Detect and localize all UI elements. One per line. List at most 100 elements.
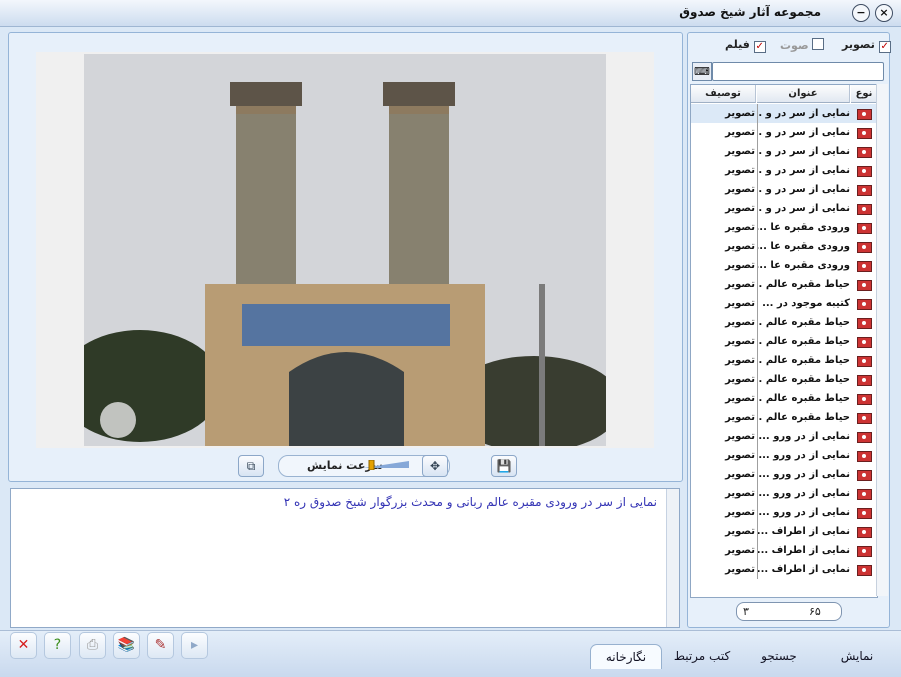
row-title: نمایی از در ورو ... — [757, 465, 850, 484]
table-scrollbar[interactable] — [876, 84, 888, 596]
print-icon[interactable]: ⎙ — [79, 632, 106, 659]
row-description: تصویر — [725, 412, 755, 423]
col-header-title[interactable]: عنوان — [757, 85, 850, 103]
row-description: تصویر — [725, 279, 755, 290]
camera-icon — [851, 446, 877, 465]
gallery-table: توصیف عنوان نوع تصویر نمایی از سر در و ..… — [690, 84, 878, 598]
close-window-button[interactable]: × — [875, 4, 893, 22]
row-description: تصویر — [725, 469, 755, 480]
table-row[interactable]: تصویر حیاط مقبره عالم ... — [691, 313, 877, 332]
table-row[interactable]: تصویر نمایی از در ورو ... — [691, 484, 877, 503]
table-row[interactable]: تصویر حیاط مقبره عالم ... — [691, 370, 877, 389]
table-row[interactable]: تصویر نمایی از اطراف ... — [691, 541, 877, 560]
film-filter[interactable]: ✓ فیلم — [725, 38, 766, 53]
window-title: مجموعه آثار شیخ صدوق — [679, 5, 821, 19]
checkbox-icon[interactable] — [812, 38, 825, 50]
slideshow-button[interactable]: ⧉ — [238, 455, 264, 477]
camera-icon — [851, 408, 877, 427]
row-title: حیاط مقبره عالم ... — [757, 370, 850, 389]
next-icon[interactable]: ▸ — [181, 632, 208, 659]
table-row[interactable]: تصویر ورودی مقبره عا ... — [691, 218, 877, 237]
row-description: تصویر — [725, 260, 755, 271]
row-description: تصویر — [725, 146, 755, 157]
camera-icon — [851, 123, 877, 142]
col-header-desc[interactable]: توصیف — [691, 85, 756, 103]
camera-icon — [851, 484, 877, 503]
speed-slider[interactable] — [363, 460, 411, 470]
table-row[interactable]: تصویر نمایی از سر در و ... — [691, 180, 877, 199]
row-description: تصویر — [725, 564, 755, 575]
table-row[interactable]: تصویر نمایی از سر در و ... — [691, 199, 877, 218]
camera-icon — [851, 237, 877, 256]
pager: ۶۵ ۳ — [736, 602, 842, 621]
table-row[interactable]: تصویر نمایی از در ورو ... — [691, 446, 877, 465]
image-filter[interactable]: ✓ تصویر — [842, 38, 891, 53]
checkmark-icon[interactable]: ✓ — [753, 41, 766, 53]
camera-icon — [851, 503, 877, 522]
description-text: نمایی از سر در ورودی مقبره عالم ربانی و … — [283, 495, 657, 509]
camera-icon — [851, 142, 877, 161]
row-description: تصویر — [725, 355, 755, 366]
row-description: تصویر — [725, 108, 755, 119]
keyboard-icon[interactable]: ⌨ — [692, 62, 712, 81]
col-header-type[interactable]: نوع — [851, 85, 877, 103]
row-title: نمایی از سر در و ... — [757, 142, 850, 161]
checkmark-icon[interactable]: ✓ — [878, 41, 891, 53]
row-title: ورودی مقبره عا ... — [757, 256, 850, 275]
table-row[interactable]: تصویر نمایی از در ورو ... — [691, 465, 877, 484]
minimize-window-button[interactable]: − — [852, 4, 870, 22]
row-description: تصویر — [725, 241, 755, 252]
tab-related-books[interactable]: کتب مرتبط — [662, 644, 742, 668]
camera-icon — [851, 522, 877, 541]
save-image-button[interactable]: 💾 — [491, 455, 517, 477]
row-title: نمایی از اطراف ... — [757, 560, 850, 579]
edit-icon[interactable]: ✎ — [147, 632, 174, 659]
row-description: تصویر — [725, 526, 755, 537]
row-title: ورودی مقبره عا ... — [757, 218, 850, 237]
row-description: تصویر — [725, 222, 755, 233]
camera-icon — [851, 199, 877, 218]
table-row[interactable]: تصویر نمایی از در ورو ... — [691, 427, 877, 446]
table-row[interactable]: تصویر نمایی از سر در و ... — [691, 123, 877, 142]
description-scrollbar[interactable] — [666, 489, 679, 627]
table-row[interactable]: تصویر حیاط مقبره عالم ... — [691, 275, 877, 294]
row-description: تصویر — [725, 336, 755, 347]
row-description: تصویر — [725, 317, 755, 328]
table-row[interactable]: تصویر نمایی از سر در و ... — [691, 104, 877, 123]
row-title: حیاط مقبره عالم ... — [757, 332, 850, 351]
table-row[interactable]: تصویر ورودی مقبره عا ... — [691, 237, 877, 256]
search-input[interactable] — [712, 62, 884, 81]
table-row[interactable]: تصویر ورودی مقبره عا ... — [691, 256, 877, 275]
table-row[interactable]: تصویر نمایی از سر در و ... — [691, 161, 877, 180]
page-total: ۶۵ — [809, 605, 821, 618]
camera-icon — [851, 294, 877, 313]
row-description: تصویر — [725, 127, 755, 138]
row-title: نمایی از سر در و ... — [757, 123, 850, 142]
camera-icon — [851, 275, 877, 294]
table-row[interactable]: تصویر حیاط مقبره عالم ... — [691, 332, 877, 351]
table-row[interactable]: تصویر نمایی از در ورو ... — [691, 503, 877, 522]
page-current[interactable]: ۳ — [743, 605, 749, 618]
table-row[interactable]: تصویر نمایی از اطراف ... — [691, 522, 877, 541]
row-title: نمایی از در ورو ... — [757, 484, 850, 503]
tab-gallery[interactable]: نگارخانه — [590, 644, 662, 669]
close-icon[interactable]: ✕ — [10, 632, 37, 659]
table-row[interactable]: تصویر نمایی از اطراف ... — [691, 560, 877, 579]
row-title: نمایی از سر در و ... — [757, 180, 850, 199]
camera-icon — [851, 161, 877, 180]
table-row[interactable]: تصویر کتیبه موجود در ... — [691, 294, 877, 313]
help-icon[interactable]: ? — [44, 632, 71, 659]
table-row[interactable]: تصویر حیاط مقبره عالم ... — [691, 408, 877, 427]
tab-search[interactable]: جستجو — [742, 644, 816, 668]
table-row[interactable]: تصویر نمایی از سر در و ... — [691, 142, 877, 161]
camera-icon — [851, 104, 877, 123]
row-description: تصویر — [725, 431, 755, 442]
table-row[interactable]: تصویر حیاط مقبره عالم ... — [691, 389, 877, 408]
books-icon[interactable]: 📚 — [113, 632, 140, 659]
fullscreen-button[interactable]: ✥ — [422, 455, 448, 477]
image-frame — [36, 52, 654, 448]
audio-filter[interactable]: صوت — [780, 38, 825, 52]
row-title: نمایی از در ورو ... — [757, 446, 850, 465]
tab-display[interactable]: نمایش — [825, 644, 889, 668]
table-row[interactable]: تصویر حیاط مقبره عالم ... — [691, 351, 877, 370]
